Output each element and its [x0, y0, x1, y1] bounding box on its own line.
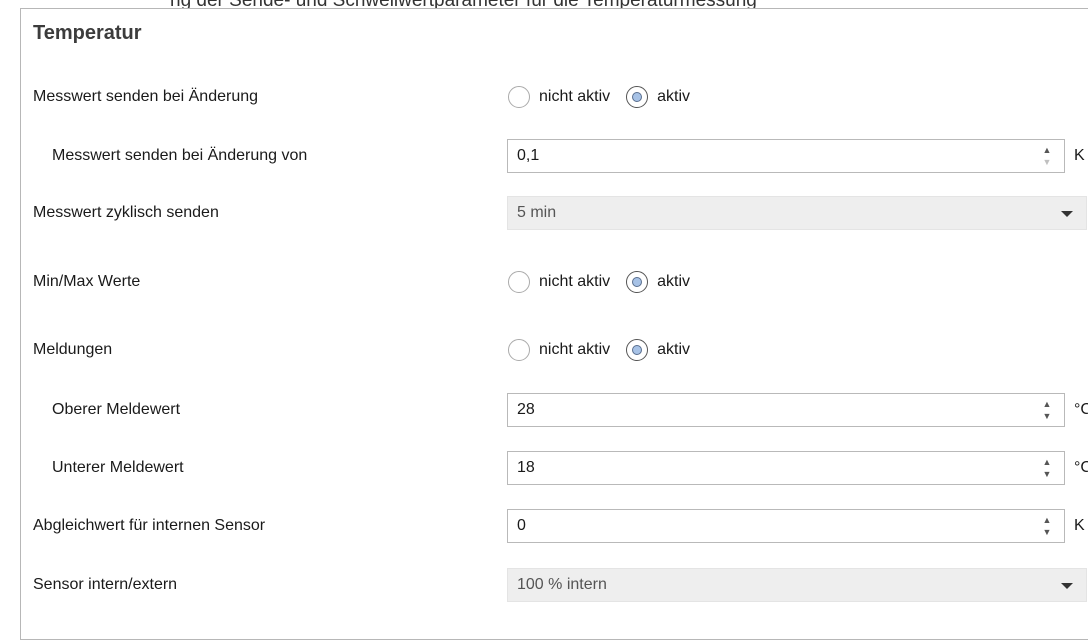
unit-label: K	[1074, 517, 1085, 534]
row-label: Messwert zyklisch senden	[33, 204, 219, 221]
radio-label-inactive[interactable]: nicht aktiv	[539, 341, 610, 359]
radio-label-active[interactable]: aktiv	[657, 273, 690, 291]
row-min-max: Min/Max Werte nicht aktiv aktiv	[0, 262, 1088, 302]
spinner-arrows: ▲ ▼	[1040, 514, 1054, 538]
messages-inactive-radio[interactable]	[508, 339, 530, 361]
cyclic-send-dropdown[interactable]: 5 min	[507, 196, 1087, 230]
spinner-arrows: ▲ ▼	[1040, 398, 1054, 422]
upper-threshold-spinner[interactable]: 28 ▲ ▼	[507, 393, 1065, 427]
radio-label-inactive[interactable]: nicht aktiv	[539, 273, 610, 291]
spin-up-icon[interactable]: ▲	[1040, 514, 1054, 526]
chevron-down-icon[interactable]	[1061, 211, 1073, 217]
lower-threshold-spinner[interactable]: 18 ▲ ▼	[507, 451, 1065, 485]
spin-up-icon[interactable]: ▲	[1040, 398, 1054, 410]
spin-down-icon[interactable]: ▼	[1040, 526, 1054, 538]
row-label: Messwert senden bei Änderung	[33, 88, 259, 105]
messages-radio-group: nicht aktiv aktiv	[508, 330, 706, 370]
spin-up-icon[interactable]: ▲	[1040, 456, 1054, 468]
send-on-change-radio-group: nicht aktiv aktiv	[508, 77, 706, 117]
spinner-arrows: ▲ ▼	[1040, 456, 1054, 480]
dropdown-value: 100 % intern	[517, 576, 607, 593]
unit-label: °C	[1074, 459, 1088, 476]
row-send-on-change-value: Messwert senden bei Änderung von 0,1 ▲ ▼…	[0, 136, 1088, 176]
panel-title: Temperatur	[33, 22, 142, 44]
row-send-on-change: Messwert senden bei Änderung nicht aktiv…	[0, 77, 1088, 117]
row-upper-threshold: Oberer Meldewert 28 ▲ ▼ °C	[0, 390, 1088, 430]
send-on-change-value-spinner[interactable]: 0,1 ▲ ▼	[507, 139, 1065, 173]
spinner-value[interactable]: 28	[517, 394, 535, 426]
send-on-change-active-radio[interactable]	[626, 86, 649, 108]
row-label: Messwert senden bei Änderung von	[52, 147, 308, 164]
spinner-value[interactable]: 0	[517, 510, 526, 542]
unit-label: K	[1074, 147, 1085, 164]
radio-label-inactive[interactable]: nicht aktiv	[539, 88, 610, 106]
chevron-down-icon[interactable]	[1061, 583, 1073, 589]
dropdown-value: 5 min	[517, 204, 557, 221]
radio-label-active[interactable]: aktiv	[657, 341, 690, 359]
spin-down-icon[interactable]: ▼	[1040, 410, 1054, 422]
min-max-radio-group: nicht aktiv aktiv	[508, 262, 706, 302]
row-messages: Meldungen nicht aktiv aktiv	[0, 330, 1088, 370]
spin-down-icon[interactable]: ▼	[1040, 468, 1054, 480]
calibration-spinner[interactable]: 0 ▲ ▼	[507, 509, 1065, 543]
messages-active-radio[interactable]	[626, 339, 649, 361]
sensor-source-dropdown[interactable]: 100 % intern	[507, 568, 1087, 602]
row-cyclic-send: Messwert zyklisch senden 5 min	[0, 193, 1088, 233]
row-label: Oberer Meldewert	[52, 401, 181, 418]
row-lower-threshold: Unterer Meldewert 18 ▲ ▼ °C	[0, 448, 1088, 488]
row-label: Sensor intern/extern	[33, 576, 178, 593]
spinner-value[interactable]: 18	[517, 452, 535, 484]
row-label: Unterer Meldewert	[52, 459, 184, 476]
row-label: Meldungen	[33, 341, 113, 358]
spinner-arrows: ▲ ▼	[1040, 144, 1054, 168]
row-label: Abgleichwert für internen Sensor	[33, 517, 266, 534]
unit-label: °C	[1074, 401, 1088, 418]
row-label: Min/Max Werte	[33, 273, 141, 290]
spin-down-icon[interactable]: ▼	[1040, 156, 1054, 168]
spin-up-icon[interactable]: ▲	[1040, 144, 1054, 156]
min-max-inactive-radio[interactable]	[508, 271, 530, 293]
send-on-change-inactive-radio[interactable]	[508, 86, 530, 108]
row-sensor-source: Sensor intern/extern 100 % intern	[0, 565, 1088, 605]
radio-label-active[interactable]: aktiv	[657, 88, 690, 106]
spinner-value[interactable]: 0,1	[517, 140, 539, 172]
min-max-active-radio[interactable]	[626, 271, 649, 293]
row-calibration: Abgleichwert für internen Sensor 0 ▲ ▼ K	[0, 506, 1088, 546]
